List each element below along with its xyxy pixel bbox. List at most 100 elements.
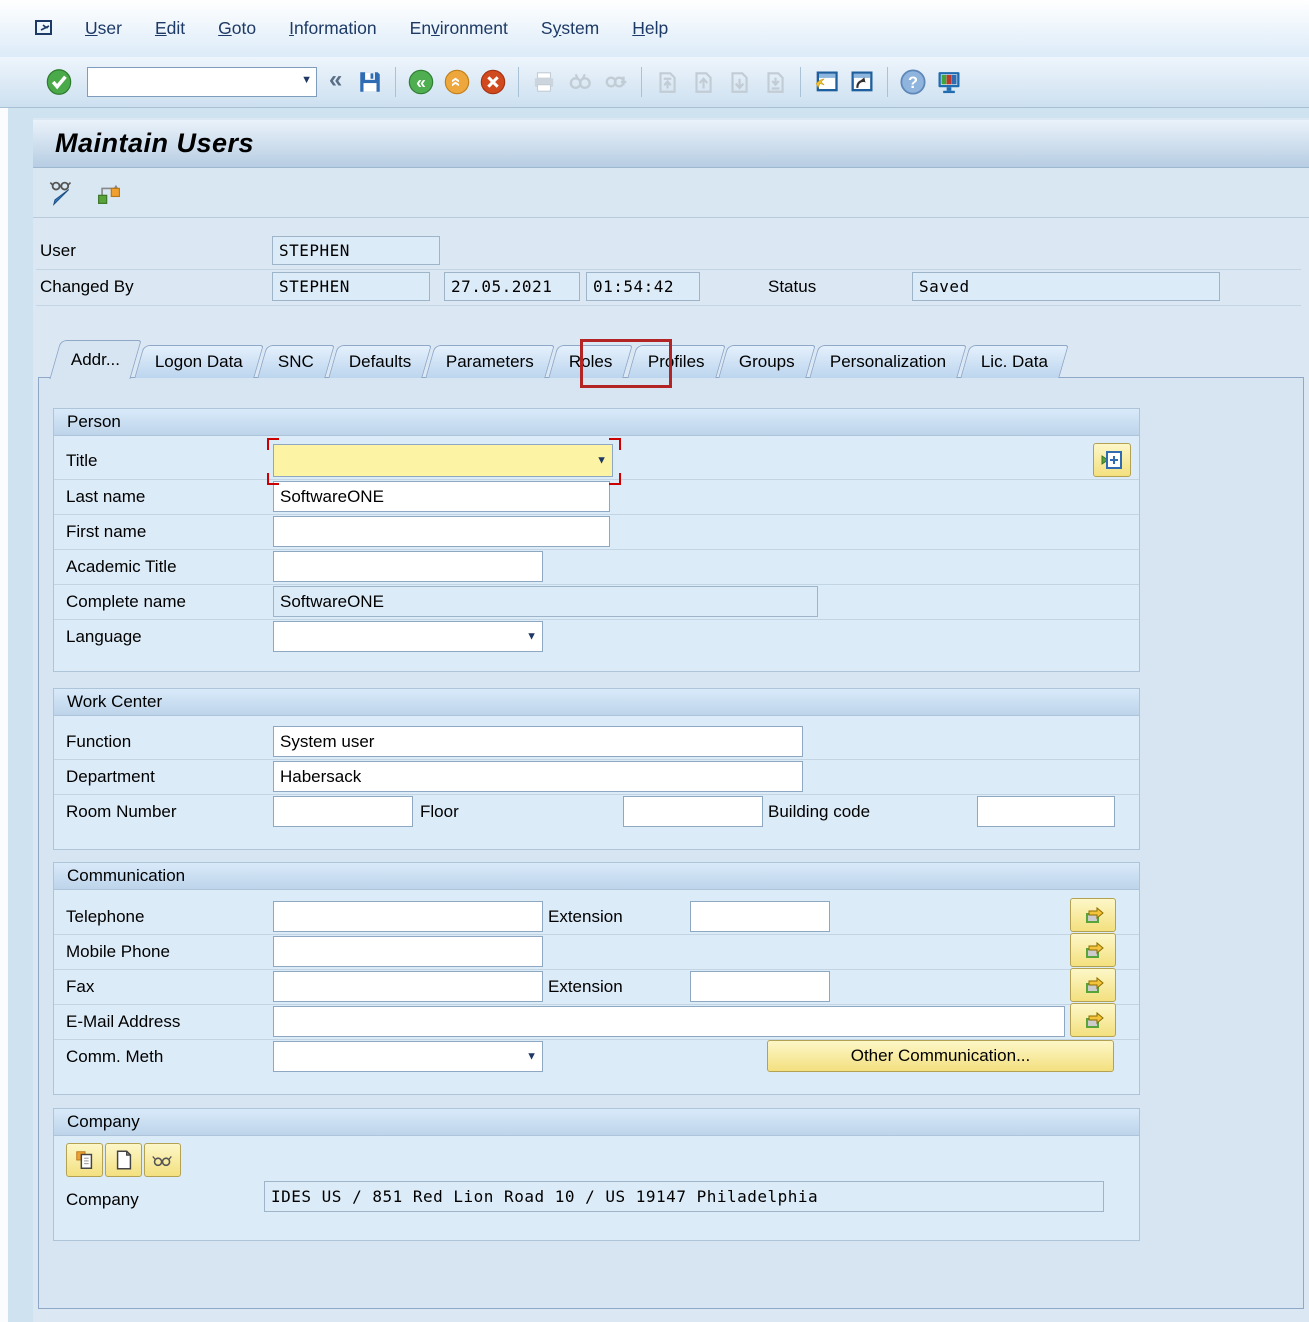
other-address-button[interactable]: [1093, 443, 1131, 477]
chevron-down-icon[interactable]: ▼: [301, 75, 312, 86]
left-margin: [0, 108, 8, 1322]
tab-defaults[interactable]: Defaults: [328, 345, 432, 378]
changed-by-value-field: STEPHEN: [272, 272, 430, 301]
function-input[interactable]: [273, 726, 803, 757]
customize-layout-button[interactable]: [933, 65, 965, 99]
telephone-label: Telephone: [66, 907, 144, 927]
help-icon: ?: [899, 68, 927, 96]
company-value-field[interactable]: IDES US / 851 Red Lion Road 10 / US 1914…: [264, 1181, 1104, 1212]
display-change-button[interactable]: [47, 176, 79, 210]
menu-item-system[interactable]: System: [541, 18, 599, 39]
tab-profiles[interactable]: Profiles: [627, 345, 725, 378]
room-number-input[interactable]: [273, 796, 413, 827]
menu-item-user[interactable]: User: [85, 18, 122, 39]
find-button: [564, 65, 596, 99]
tab-roles[interactable]: Roles: [548, 345, 633, 378]
row-separator: [54, 759, 1139, 760]
department-input[interactable]: [273, 761, 803, 792]
function-label: Function: [66, 732, 131, 752]
tab-label: Logon Data: [155, 352, 243, 372]
menu-item-environment[interactable]: Environment: [410, 18, 508, 39]
more-email-button[interactable]: [1070, 1003, 1116, 1037]
display-company-address-button[interactable]: [144, 1143, 181, 1177]
language-dropdown[interactable]: ▼: [273, 621, 543, 652]
command-input[interactable]: [89, 69, 298, 95]
chevron-down-icon[interactable]: ▼: [596, 455, 607, 466]
tab-strip: Addr...Logon DataSNCDefaultsParametersRo…: [55, 344, 1067, 378]
fax-extension-input[interactable]: [690, 971, 830, 1002]
comm-meth-dropdown[interactable]: ▼: [273, 1041, 543, 1072]
title-label: Title: [66, 451, 98, 471]
telephone-extension-input[interactable]: [690, 901, 830, 932]
menu-item-help[interactable]: Help: [632, 18, 668, 39]
changed-time-field: 01:54:42: [586, 272, 700, 301]
changed-date-field: 27.05.2021: [444, 272, 580, 301]
comm-meth-label: Comm. Meth: [66, 1047, 163, 1067]
tab-personalization[interactable]: Personalization: [809, 345, 967, 378]
toolbar-separator: [518, 67, 519, 97]
cancel-button[interactable]: [477, 65, 509, 99]
menu-item-information[interactable]: Information: [289, 18, 377, 39]
tab-parameters[interactable]: Parameters: [426, 345, 555, 378]
building-code-input[interactable]: [977, 796, 1115, 827]
complete-name-field: SoftwareONE: [273, 586, 818, 617]
svg-text:«: «: [416, 72, 426, 92]
tab-label: Roles: [569, 352, 612, 372]
tab-snc[interactable]: SNC: [257, 345, 334, 378]
row-separator: [54, 479, 1139, 480]
row-separator: [54, 969, 1139, 970]
exit-window-icon: [33, 18, 57, 40]
collapse-toolbar-icon[interactable]: «: [329, 66, 342, 94]
window-menu-icon[interactable]: [33, 18, 57, 40]
menu-item-goto[interactable]: Goto: [218, 18, 256, 39]
references-button[interactable]: [93, 176, 125, 210]
tab-groups[interactable]: Groups: [719, 345, 816, 378]
help-button[interactable]: ?: [897, 65, 929, 99]
exit-up-button[interactable]: «: [441, 65, 473, 99]
tab-addr[interactable]: Addr...: [49, 340, 141, 379]
tab-lic-data[interactable]: Lic. Data: [961, 345, 1070, 378]
menu-item-edit[interactable]: Edit: [155, 18, 185, 39]
page-down-button: [723, 65, 755, 99]
tab-label: Parameters: [446, 352, 534, 372]
chevron-down-icon[interactable]: ▼: [526, 631, 537, 642]
floor-input[interactable]: [623, 796, 763, 827]
more-telephone-button[interactable]: [1070, 898, 1116, 932]
toolbar-separator: [887, 67, 888, 97]
mobile-phone-input[interactable]: [273, 936, 543, 967]
up-icon: «: [443, 68, 471, 96]
new-session-icon: [812, 68, 840, 96]
new-session-button[interactable]: [810, 65, 842, 99]
fax-input[interactable]: [273, 971, 543, 1002]
command-field[interactable]: ▼: [87, 67, 317, 97]
tab-label: Profiles: [648, 352, 705, 372]
more-mobile-button[interactable]: [1070, 933, 1116, 967]
telephone-input[interactable]: [273, 901, 543, 932]
page-down-icon: [726, 69, 752, 95]
title-dropdown[interactable]: ▼: [273, 444, 613, 477]
create-company-address-button[interactable]: [105, 1143, 142, 1177]
user-value-field[interactable]: STEPHEN: [272, 236, 440, 265]
create-shortcut-button[interactable]: [846, 65, 878, 99]
row-separator: [54, 934, 1139, 935]
assign-company-address-button[interactable]: [66, 1143, 103, 1177]
display-glasses-icon: [151, 1149, 174, 1171]
enter-button[interactable]: [43, 65, 75, 99]
find-next-icon: [603, 69, 629, 95]
academic-title-input[interactable]: [273, 551, 543, 582]
page-title: Maintain Users: [33, 120, 1309, 168]
tab-logon-data[interactable]: Logon Data: [134, 345, 263, 378]
floor-label: Floor: [420, 802, 459, 822]
first-name-input[interactable]: [273, 516, 610, 547]
communication-group-header: Communication: [54, 863, 1139, 890]
chevron-down-icon[interactable]: ▼: [526, 1051, 537, 1062]
other-communication-button[interactable]: Other Communication...: [767, 1040, 1114, 1072]
focus-corner: [609, 473, 621, 485]
last-name-input[interactable]: [273, 481, 610, 512]
back-button[interactable]: «: [405, 65, 437, 99]
more-fax-button[interactable]: [1070, 968, 1116, 1002]
save-button[interactable]: [354, 65, 386, 99]
mobile-phone-label: Mobile Phone: [66, 942, 170, 962]
email-input[interactable]: [273, 1006, 1065, 1037]
more-contact-icon: [1081, 903, 1105, 927]
